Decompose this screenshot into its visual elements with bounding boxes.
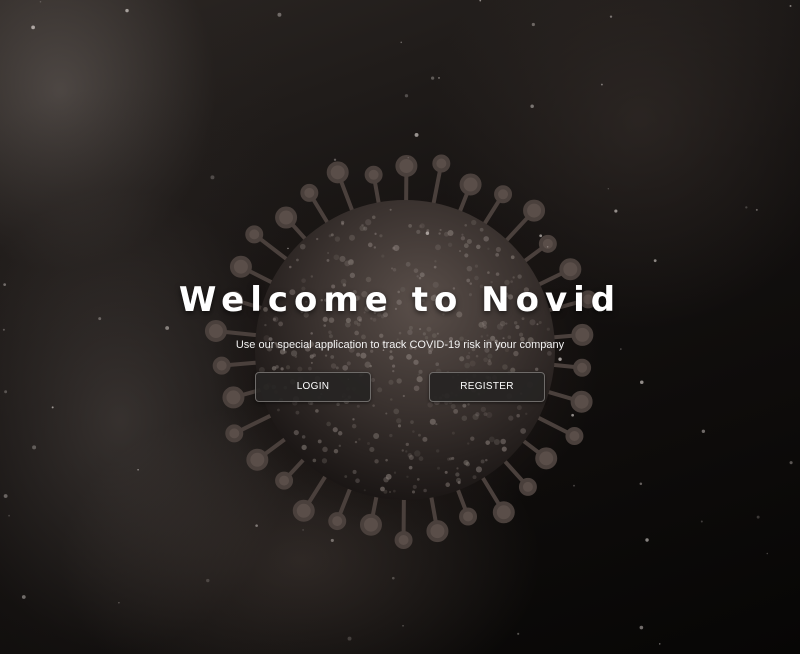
register-button[interactable]: REGISTER (429, 372, 545, 402)
page-subtitle: Use our special application to track COV… (235, 339, 565, 351)
page-title: Welcome to Novid (178, 280, 622, 320)
hero-content: Welcome to Novid Use our special applica… (0, 280, 800, 352)
login-button[interactable]: LOGIN (255, 372, 371, 402)
hero-section: Welcome to Novid Use our special applica… (0, 0, 800, 654)
action-buttons: LOGIN REGISTER (0, 372, 800, 402)
